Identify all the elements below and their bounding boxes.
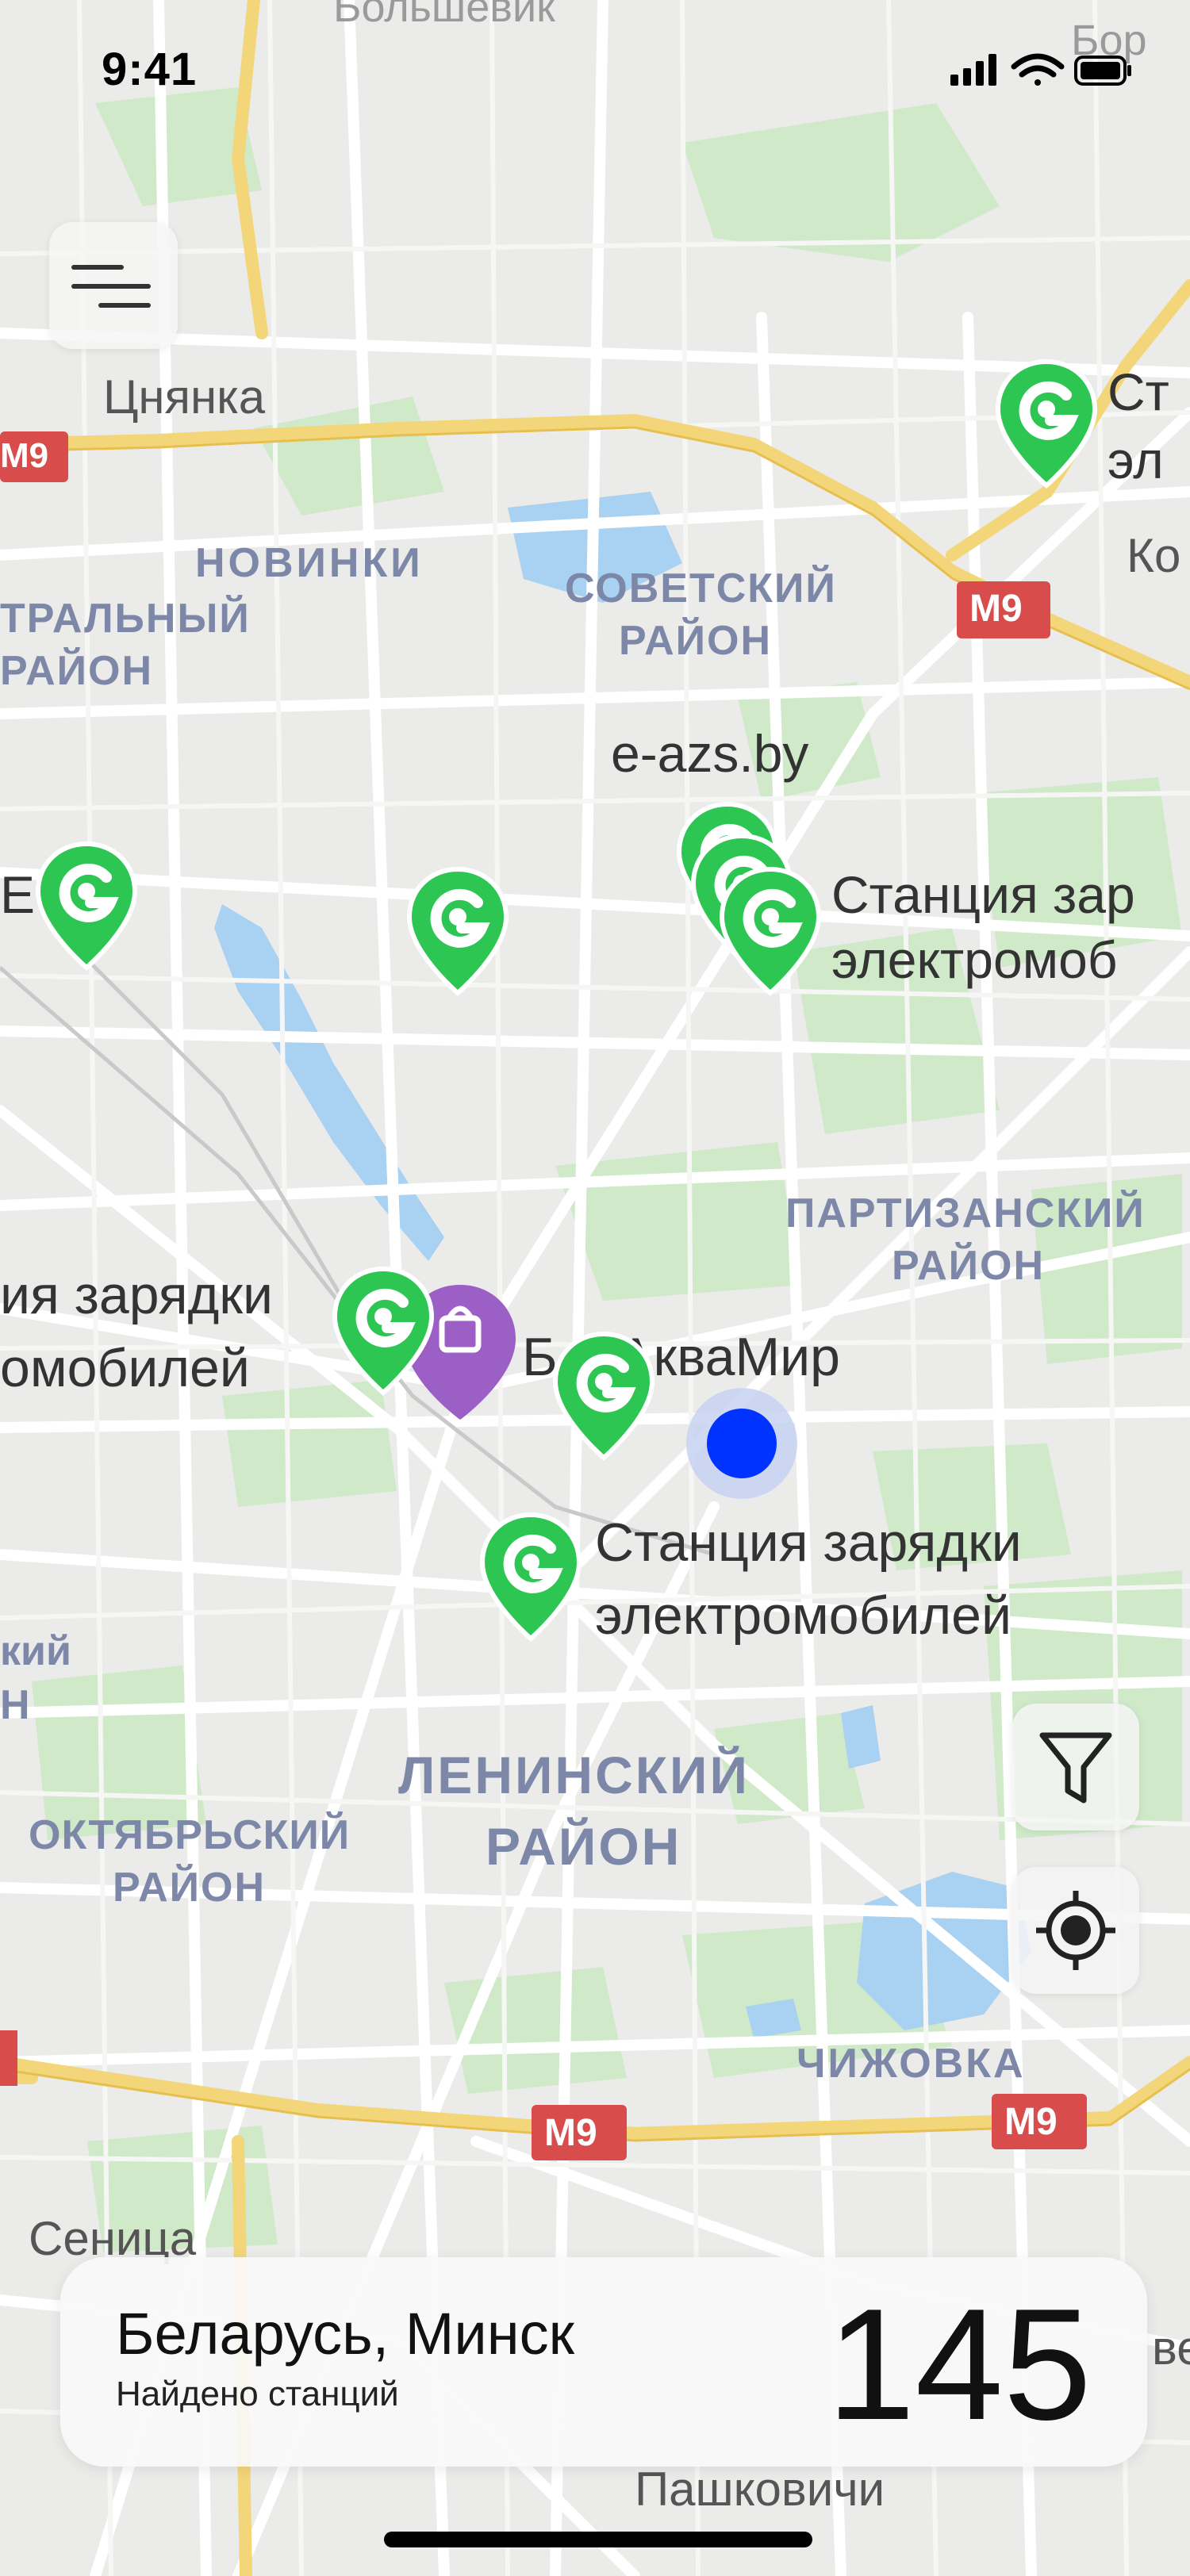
stations-found-label: Найдено станций — [116, 2375, 399, 2413]
map-label-station: Станция зар — [831, 865, 1135, 924]
home-indicator[interactable] — [384, 2532, 812, 2547]
map-label-station: омобилей — [0, 1338, 250, 1398]
charging-station-pin-icon[interactable] — [406, 864, 509, 999]
battery-icon — [1074, 56, 1131, 86]
charging-station-pin-icon[interactable] — [35, 839, 138, 974]
map-label-m9: M9 — [0, 436, 49, 475]
status-time: 9:41 — [102, 44, 198, 95]
map-label-m9: M9 — [1004, 2101, 1058, 2143]
map-label-rayon: РАЙОН — [486, 1817, 682, 1876]
status-bar: 9:41 — [0, 0, 1190, 143]
map-label-chizhovka: ЧИЖОВКА — [797, 2041, 1026, 2087]
stations-count: 145 — [827, 2276, 1092, 2453]
user-location-dot — [707, 1409, 777, 1478]
map-label-tsnyanka: Цнянка — [103, 370, 266, 424]
map-label-station: ия зарядки — [0, 1265, 273, 1325]
map-label-ve: ве — [1152, 2321, 1190, 2375]
wifi-icon — [1011, 53, 1065, 86]
locate-icon — [1036, 1891, 1115, 1970]
city-name: Беларусь, Минск — [116, 2301, 574, 2367]
charging-station-pin-icon[interactable] — [995, 357, 1098, 492]
map-label-eazs: e-azs.by — [611, 724, 809, 783]
map-label-station: электромобилей — [595, 1585, 1012, 1646]
map-label-novinki: НОВИНКИ — [195, 540, 424, 586]
filter-button[interactable] — [1012, 1704, 1139, 1830]
map-label-partizansky: ПАРТИЗАНСКИЙ — [785, 1190, 1146, 1236]
charging-station-pin-icon[interactable] — [479, 1510, 582, 1645]
map-label-kiy: кий — [0, 1628, 71, 1674]
map-label-leninsky: ЛЕНИНСКИЙ — [398, 1746, 750, 1804]
map-label-rayon: РАЙОН — [113, 1865, 267, 1911]
map-label-oktyabrsky: ОКТЯБРЬСКИЙ — [29, 1812, 351, 1858]
map-label-rayon: РАЙОН — [619, 618, 773, 664]
stations-summary-card[interactable]: Беларусь, Минск Найдено станций 145 — [60, 2257, 1147, 2467]
map-label-m9: M9 — [969, 588, 1023, 630]
signal-icon — [950, 54, 996, 86]
charging-station-pin-icon[interactable] — [552, 1329, 655, 1464]
map-label-station: Станция зарядки — [595, 1512, 1022, 1573]
filter-icon — [1039, 1732, 1112, 1804]
menu-icon — [71, 265, 151, 308]
menu-button[interactable] — [49, 222, 178, 349]
map-label-tralny: ТРАЛЬНЫЙ — [0, 596, 251, 642]
map-label-m9: M9 — [544, 2112, 597, 2154]
map-label-e: Е — [0, 865, 36, 924]
map-label-station: Ст — [1107, 362, 1169, 421]
map-label-pashkovichi: Пашковичи — [635, 2463, 885, 2516]
locate-button[interactable] — [1012, 1867, 1139, 1994]
status-icons — [936, 51, 1142, 90]
map-label-kor: Ко — [1127, 529, 1181, 582]
map-label-station: эл — [1107, 431, 1164, 489]
map-label-rayon: РАЙОН — [892, 1243, 1046, 1289]
charging-station-pin-icon[interactable] — [719, 864, 822, 999]
map-label-station: электромоб — [831, 930, 1118, 989]
map-label-sovetsky: СОВЕТСКИЙ — [565, 565, 837, 611]
charging-station-pin-icon[interactable] — [332, 1264, 435, 1399]
map-label-n: Н — [0, 1682, 30, 1728]
map-label-rayon: РАЙОН — [0, 648, 154, 694]
